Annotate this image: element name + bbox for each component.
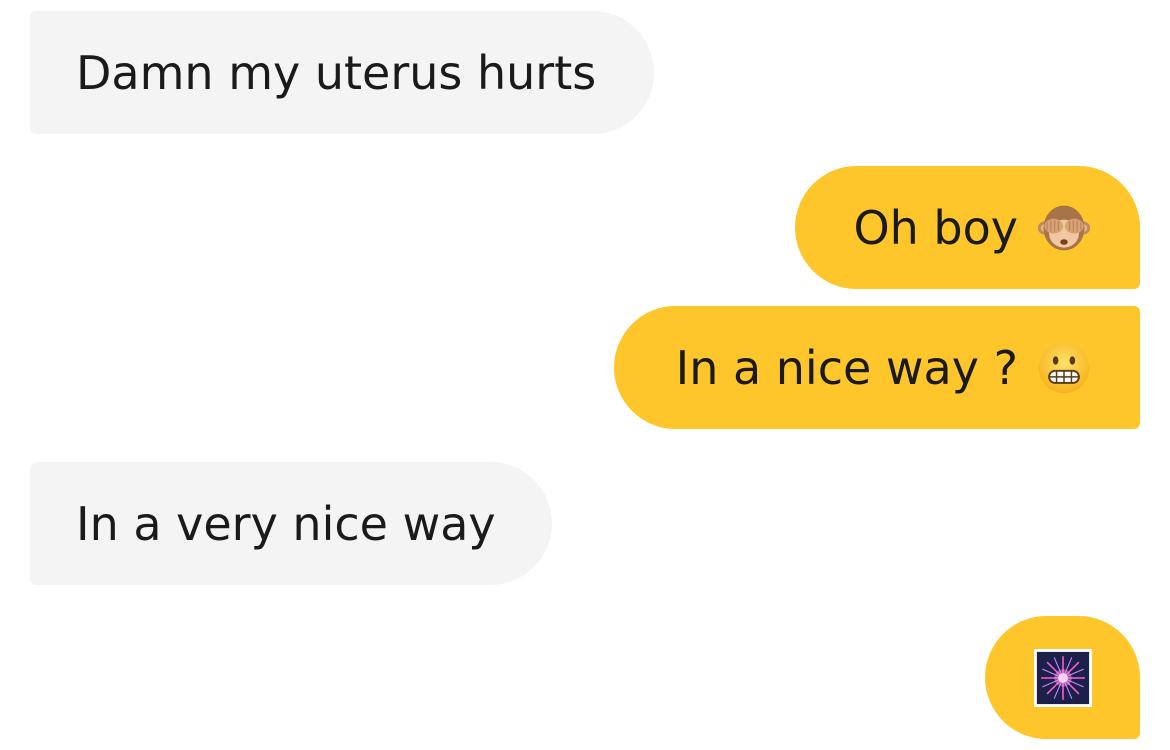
message-bubble-outgoing[interactable]: Oh boy xyxy=(795,166,1140,289)
see-no-evil-monkey-icon xyxy=(1037,205,1091,250)
chat-thread: Damn my uterus hurts Oh boy In a nice wa… xyxy=(0,0,1170,750)
message-text: Damn my uterus hurts xyxy=(76,45,597,100)
fireworks-icon xyxy=(1034,648,1092,707)
grimacing-face-icon xyxy=(1038,342,1090,393)
message-text: In a very nice way xyxy=(76,496,496,551)
message-bubble-outgoing[interactable]: In a nice way ? xyxy=(614,306,1140,429)
message-bubble-incoming[interactable]: In a very nice way xyxy=(30,462,552,585)
message-bubble-outgoing[interactable] xyxy=(985,616,1140,739)
message-bubble-incoming[interactable]: Damn my uterus hurts xyxy=(30,11,654,134)
message-text: Oh boy xyxy=(853,200,1018,255)
message-text: In a nice way ? xyxy=(675,340,1018,395)
